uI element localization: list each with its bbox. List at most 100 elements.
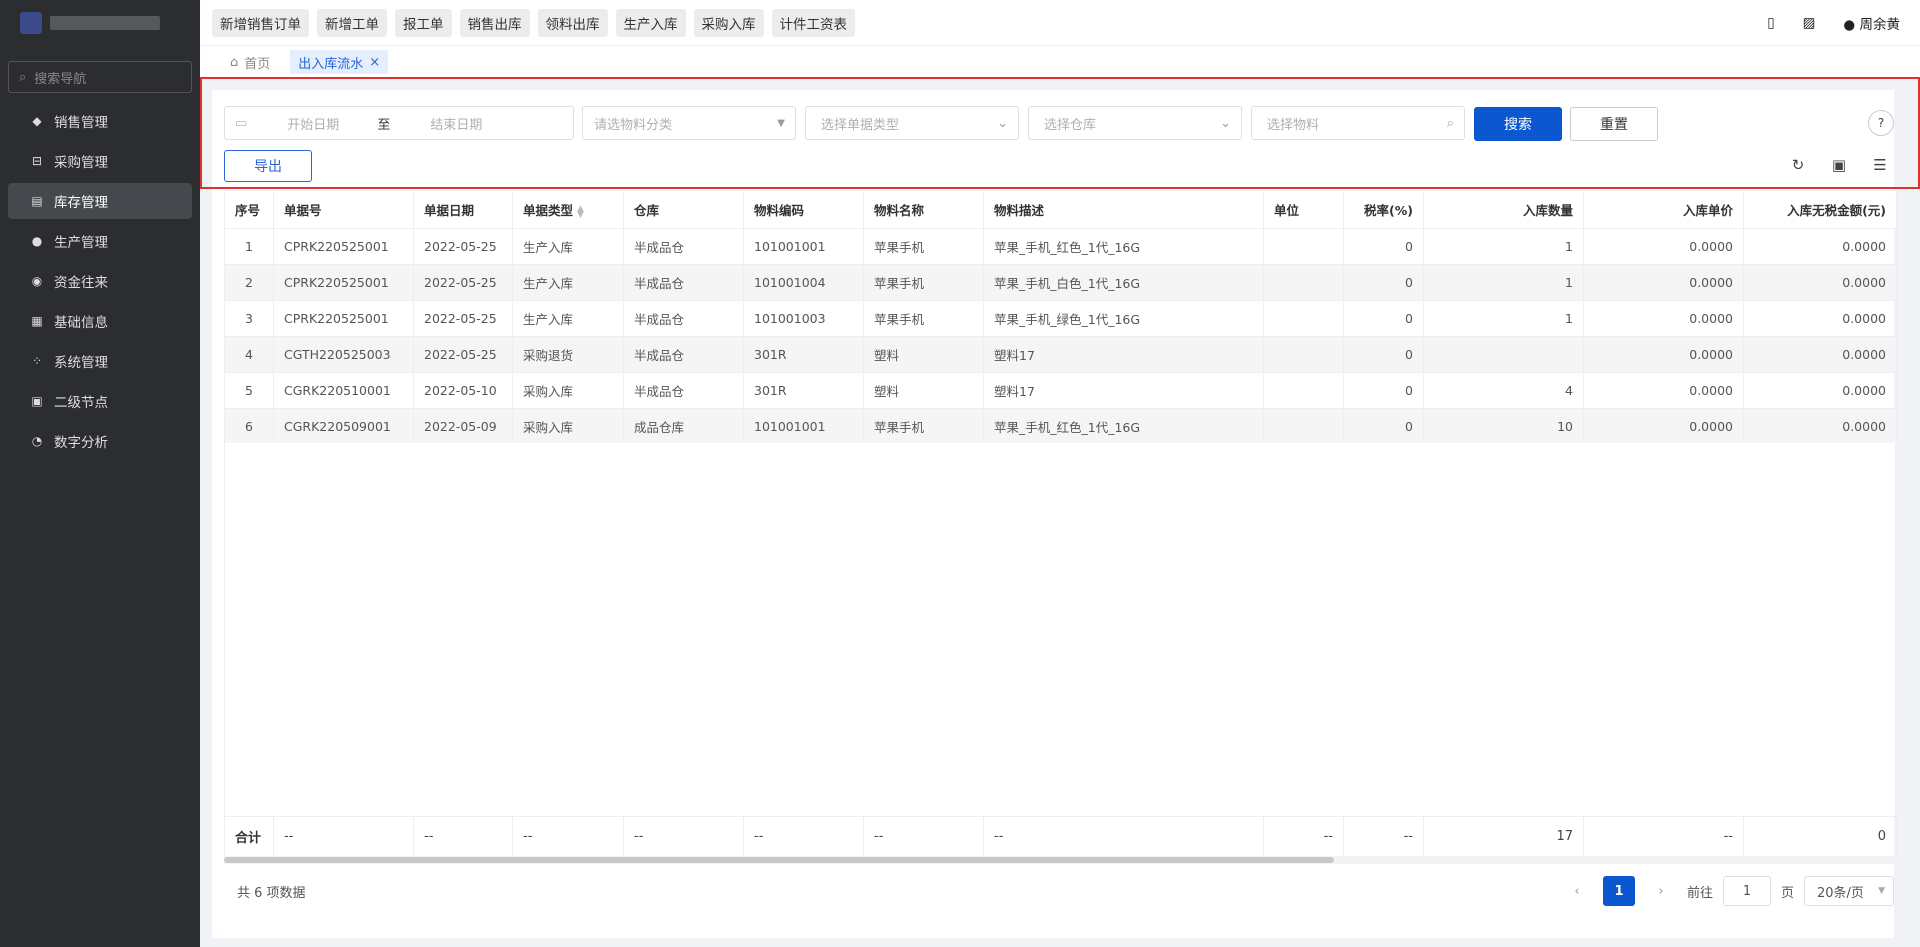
table-cell: 苹果_手机_白色_1代_16G	[983, 264, 1264, 301]
table-cell	[1263, 228, 1344, 265]
quick-button-new-sales-order[interactable]: 新增销售订单	[212, 8, 309, 37]
table-cell: 1	[1423, 264, 1584, 301]
quick-button-production-inbound[interactable]: 生产入库	[615, 8, 686, 37]
sidebar-item-inventory[interactable]: ▤ 库存管理	[8, 183, 192, 219]
table-cell: 成品仓库	[623, 408, 744, 445]
next-page-button[interactable]: ›	[1645, 876, 1677, 906]
sidebar-item-label: 销售管理	[54, 115, 108, 131]
summary-cell: --	[512, 816, 624, 857]
table-cell: 半成品仓	[623, 372, 744, 409]
col-header-in-amount[interactable]: 入库无税金额(元)	[1743, 190, 1897, 229]
table-cell	[1263, 300, 1344, 337]
table-cell: 0.0000	[1583, 228, 1744, 265]
col-header-warehouse[interactable]: 仓库	[623, 190, 744, 229]
pie-icon: ◔	[31, 434, 43, 448]
table-cell: 2022-05-10	[413, 372, 513, 409]
sidebar-item-production[interactable]: ● 生产管理	[8, 223, 192, 259]
col-header-in-qty[interactable]: 入库数量	[1423, 190, 1584, 229]
table-row[interactable]: 1 CPRK220525001 2022-05-25 生产入库 半成品仓 10100100…	[224, 228, 1897, 265]
prev-page-button[interactable]: ‹	[1561, 876, 1593, 906]
table-row[interactable]: 6 CGRK220509001 2022-05-09 采购入库 成品仓库 10100100…	[224, 408, 1897, 445]
col-header-doc-date[interactable]: 单据日期	[413, 190, 513, 229]
user-icon: ●	[1843, 17, 1856, 33]
sidebar-item-funds[interactable]: ◉ 资金往来	[8, 263, 192, 299]
summary-cell: --	[863, 816, 984, 857]
table-cell: 苹果_手机_红色_1代_16G	[983, 228, 1264, 265]
page-size-value: 20条/页	[1817, 885, 1864, 901]
tab-inventory-flow[interactable]: 出入库流水 ×	[290, 50, 389, 74]
col-header-material-name[interactable]: 物料名称	[863, 190, 984, 229]
table-cell: 半成品仓	[623, 336, 744, 373]
table-cell: 1	[1423, 300, 1584, 337]
home-icon: ⌂	[230, 54, 239, 70]
summary-row: 合计 -- -- -- -- -- -- -- -- -- 17 -- 0	[224, 816, 1897, 857]
summary-cell: --	[1583, 816, 1744, 857]
current-page[interactable]: 1	[1602, 876, 1635, 906]
col-header-doc-no[interactable]: 单据号	[273, 190, 414, 229]
sidebar-item-purchase[interactable]: ⊟ 采购管理	[8, 143, 192, 179]
total-count: 共 6 项数据	[237, 886, 306, 901]
table-cell: 0.0000	[1583, 300, 1744, 337]
mobile-icon[interactable]: ▯	[1767, 15, 1774, 31]
inventory-flow-table: 序号 单据号 单据日期 单据类型 ▲ ▼ 仓库 物料编码 物料名称 物料描述 单位 …	[224, 190, 1897, 445]
user-name: 周余黄	[1859, 17, 1901, 33]
summary-cell: --	[413, 816, 513, 857]
table-cell: 2	[224, 264, 274, 301]
sort-icon[interactable]: ▲ ▼	[577, 204, 584, 219]
table-cell: 2022-05-25	[413, 228, 513, 265]
horizontal-scrollbar[interactable]	[224, 856, 1896, 864]
page-size-select[interactable]: 20条/页 ▼	[1804, 876, 1894, 906]
sidebar-item-analytics[interactable]: ◔ 数字分析	[8, 423, 192, 459]
col-header-material-desc[interactable]: 物料描述	[983, 190, 1264, 229]
table-cell: 2022-05-09	[413, 408, 513, 445]
table-cell: CPRK220525001	[273, 264, 414, 301]
col-header-material-code[interactable]: 物料编码	[743, 190, 864, 229]
table-row[interactable]: 4 CGTH220525003 2022-05-25 采购退货 半成品仓 301R 塑料 塑料…	[224, 336, 1897, 373]
table-row[interactable]: 3 CPRK220525001 2022-05-25 生产入库 半成品仓 10100100…	[224, 300, 1897, 337]
sidebar-item-secondary-node[interactable]: ▣ 二级节点	[8, 383, 192, 419]
quick-button-material-outbound[interactable]: 领料出库	[537, 8, 608, 37]
goto-label: 前往	[1686, 885, 1713, 901]
col-header-in-price[interactable]: 入库单价	[1583, 190, 1744, 229]
sidebar-item-basic-info[interactable]: ▦ 基础信息	[8, 303, 192, 339]
table-row[interactable]: 5 CGRK220510001 2022-05-10 采购入库 半成品仓 301R 塑料 塑料…	[224, 372, 1897, 409]
page-tabs: ⌂ 首页 出入库流水 ×	[200, 46, 1920, 78]
table-cell: 10	[1423, 408, 1584, 445]
table-cell: CPRK220525001	[273, 300, 414, 337]
table-cell: 0.0000	[1583, 408, 1744, 445]
table-cell: 塑料17	[983, 372, 1264, 409]
pagination: ‹ 1 › 前往 1 页 20条/页 ▼	[1561, 876, 1894, 906]
quick-button-new-work-order[interactable]: 新增工单	[317, 8, 387, 37]
table-cell: 101001003	[743, 300, 864, 337]
summary-cell: --	[1343, 816, 1424, 857]
quick-button-purchase-inbound[interactable]: 采购入库	[693, 8, 764, 37]
user-menu[interactable]: ● 周余黄	[1843, 13, 1900, 33]
goto-page-input[interactable]: 1	[1722, 876, 1771, 906]
close-icon[interactable]: ×	[369, 55, 380, 70]
sidebar-search-input[interactable]: ⌕ 搜索导航	[8, 61, 192, 93]
col-header-tax-rate[interactable]: 税率(%)	[1343, 190, 1424, 229]
quick-button-piecework-wage[interactable]: 计件工资表	[771, 8, 855, 37]
tab-home[interactable]: ⌂ 首页	[222, 50, 278, 74]
col-header-unit[interactable]: 单位	[1263, 190, 1344, 229]
table-cell: 0.0000	[1743, 264, 1897, 301]
table-cell: 生产入库	[512, 264, 624, 301]
scrollbar-thumb[interactable]	[224, 857, 1334, 863]
app-logo[interactable]	[0, 0, 200, 46]
sidebar-item-system[interactable]: ⁘ 系统管理	[8, 343, 192, 379]
col-header-doc-type[interactable]: 单据类型 ▲ ▼	[512, 190, 624, 229]
table-header-row: 序号 单据号 单据日期 单据类型 ▲ ▼ 仓库 物料编码 物料名称 物料描述 单位 …	[224, 190, 1897, 229]
sidebar-search-placeholder: 搜索导航	[34, 71, 87, 87]
table-cell: 苹果手机	[863, 228, 984, 265]
table-cell: 0.0000	[1583, 264, 1744, 301]
chart-icon[interactable]: ▨	[1803, 15, 1816, 31]
table-row[interactable]: 2 CPRK220525001 2022-05-25 生产入库 半成品仓 10100100…	[224, 264, 1897, 301]
table-cell: 2022-05-25	[413, 300, 513, 337]
sidebar-item-sales[interactable]: ◆ 销售管理	[8, 103, 192, 139]
quick-button-work-report[interactable]: 报工单	[395, 8, 452, 37]
sidebar-item-label: 库存管理	[54, 195, 108, 211]
table-cell: 采购入库	[512, 408, 624, 445]
table-cell: 301R	[743, 336, 864, 373]
sidebar-item-label: 二级节点	[54, 395, 108, 411]
quick-button-sales-outbound[interactable]: 销售出库	[459, 8, 530, 37]
